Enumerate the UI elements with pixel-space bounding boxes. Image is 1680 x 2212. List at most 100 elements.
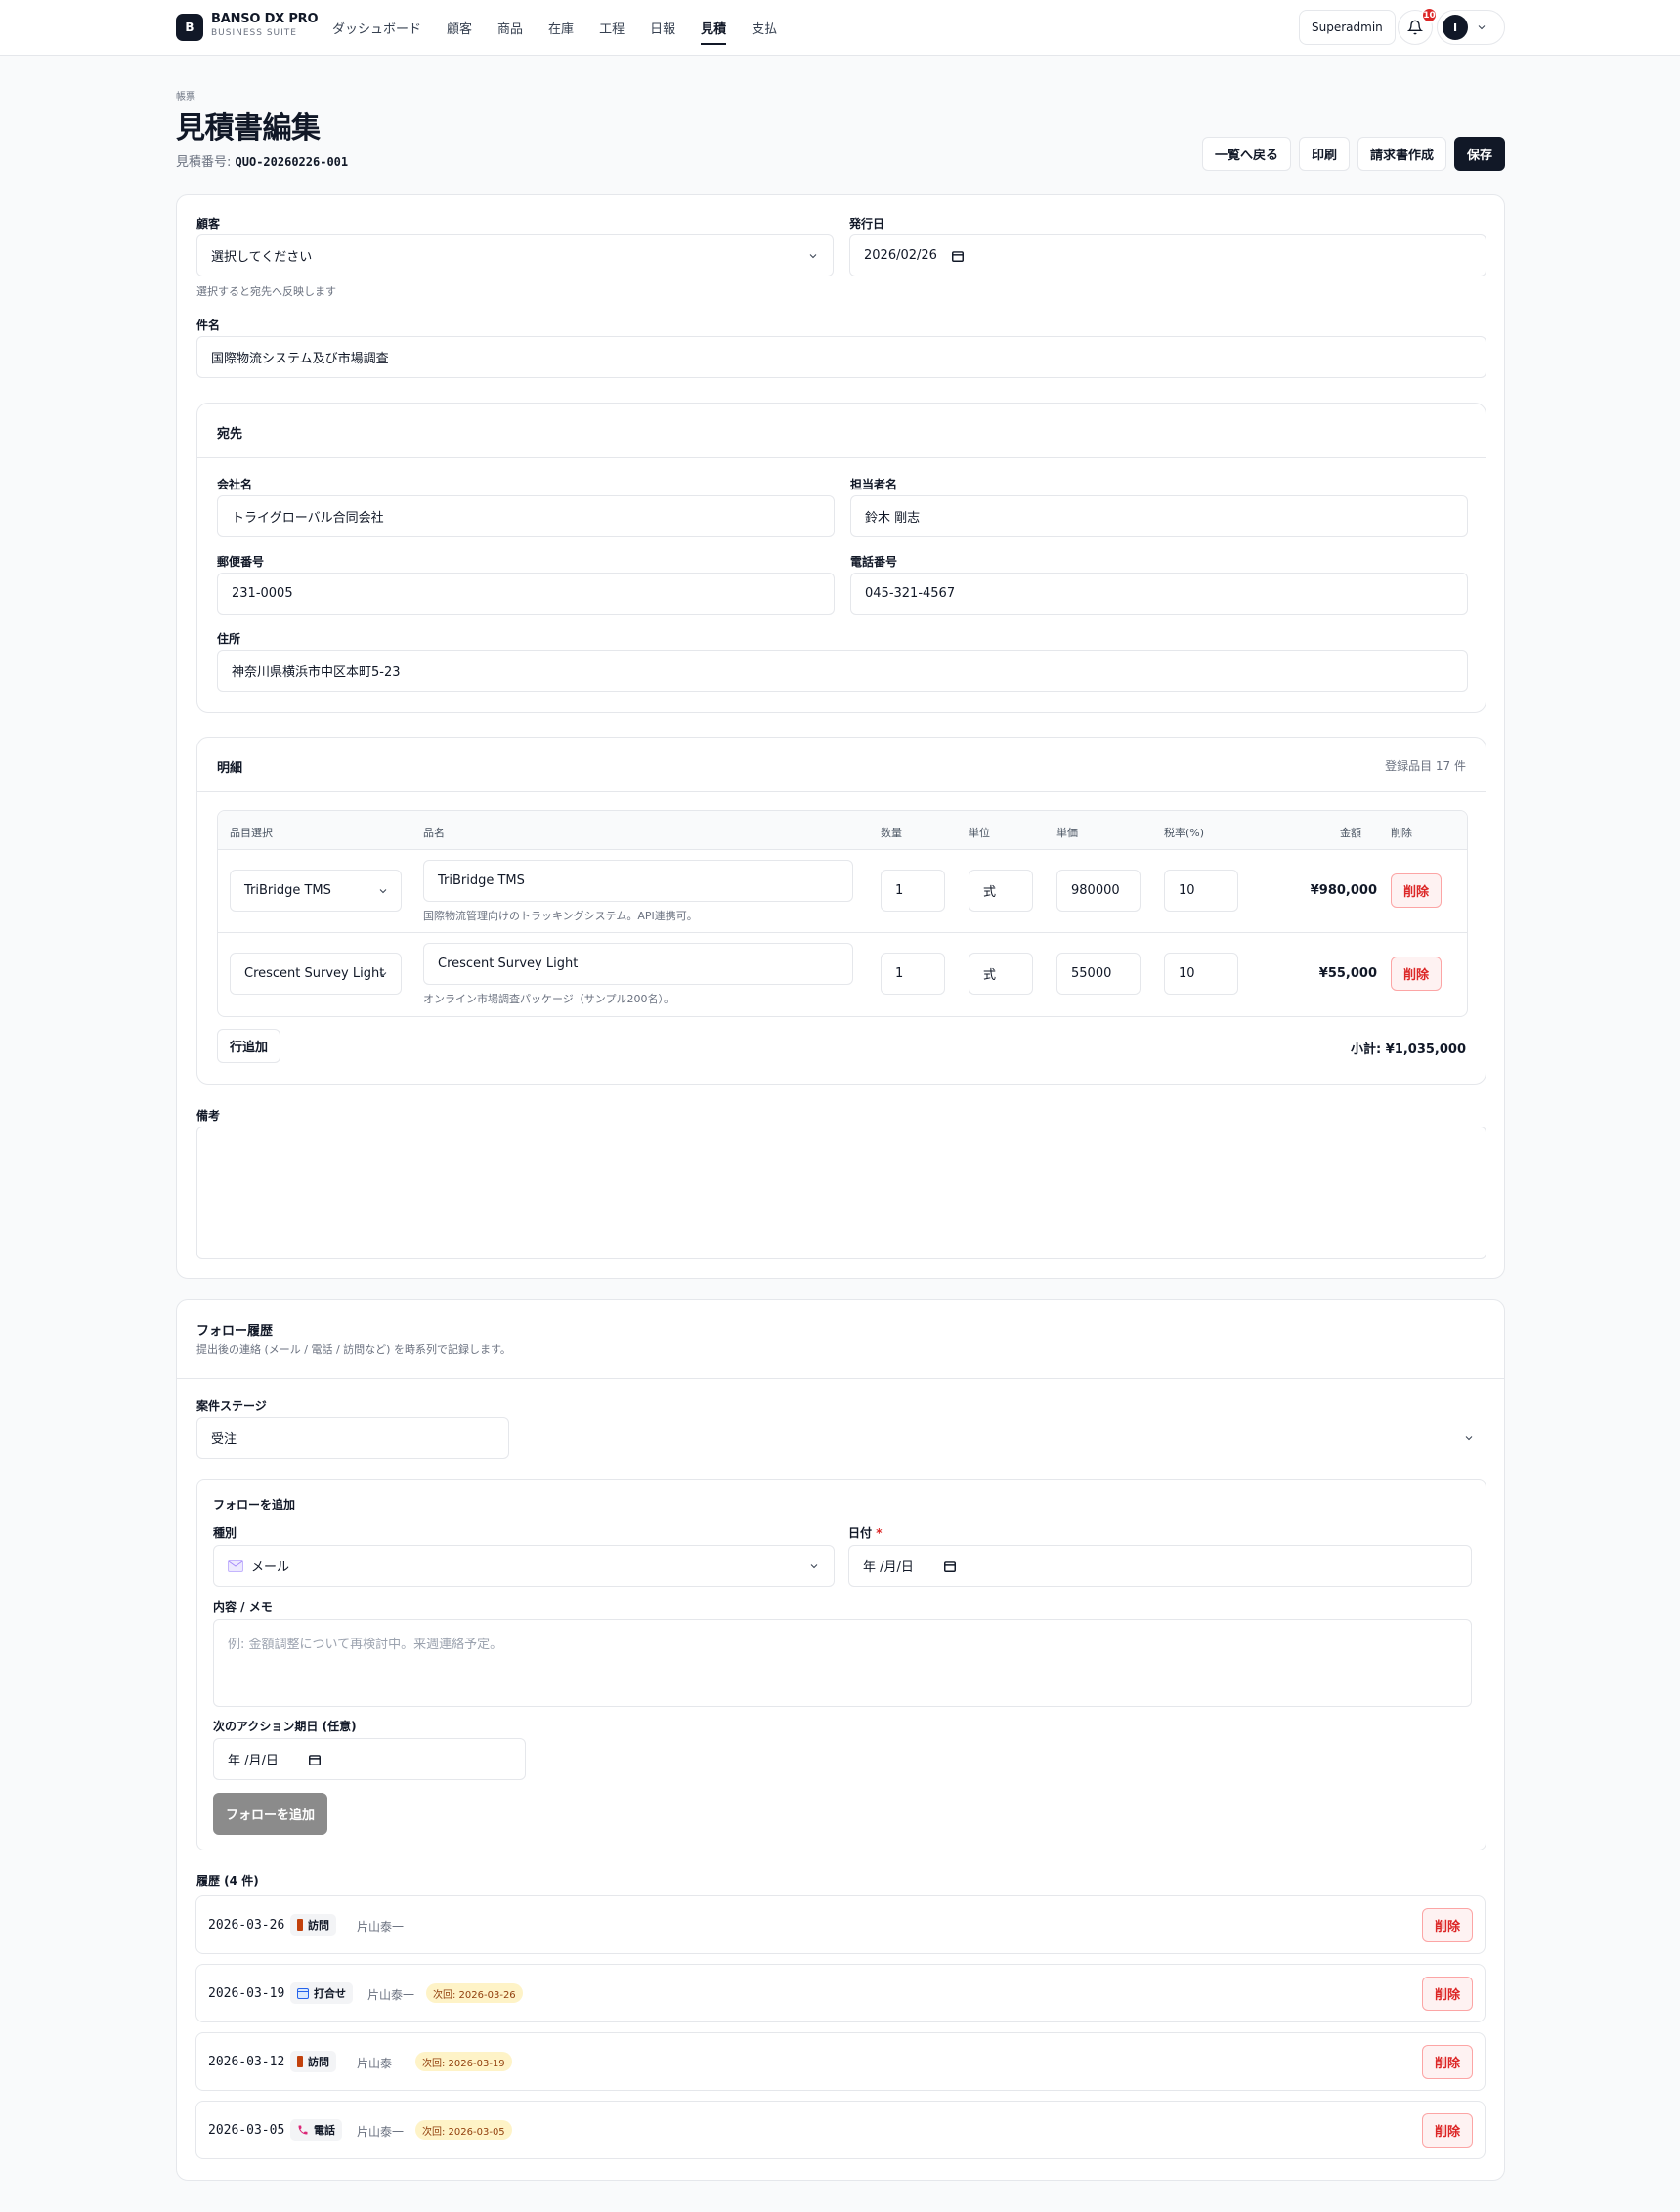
delete-history-button[interactable]: 削除 — [1421, 1908, 1473, 1942]
subject-label: 件名 — [196, 319, 221, 332]
item-name-input[interactable]: TriBridge TMS — [423, 860, 853, 902]
main-nav: ダッシュボード 顧客 商品 在庫 工程 日報 見積 支払 — [332, 0, 777, 55]
phone-input[interactable]: 045-321-4567 — [850, 573, 1468, 615]
item-unit-value: 式 — [983, 885, 997, 900]
nav-products[interactable]: 商品 — [497, 0, 523, 55]
role-button[interactable]: Superadmin — [1299, 10, 1396, 45]
history-date: 2026-03-26 — [208, 1918, 285, 1933]
calendar-icon[interactable] — [308, 1753, 322, 1766]
nav-inventory[interactable]: 在庫 — [548, 0, 574, 55]
item-description: 国際物流管理向けのトラッキングシステム。API連携可。 — [423, 910, 698, 922]
add-follow-up-button[interactable]: フォローを追加 — [213, 1793, 328, 1835]
phone-label: 電話番号 — [850, 555, 898, 569]
item-price-input[interactable]: 980000 — [1056, 870, 1141, 912]
item-select[interactable]: Crescent Survey Light — [230, 953, 402, 995]
subtotal: 小計: ¥1,035,000 — [1351, 1042, 1466, 1057]
delete-row-button[interactable]: 削除 — [1391, 957, 1443, 991]
item-name-input[interactable]: Crescent Survey Light — [423, 943, 853, 985]
brand[interactable]: BANSO DX PRO BUSINESS SUITE — [211, 13, 319, 39]
company-input[interactable]: トライグローバル合同会社 — [217, 495, 835, 537]
user-menu-button[interactable]: I — [1437, 10, 1505, 45]
nav-payments[interactable]: 支払 — [752, 0, 777, 55]
nav-process[interactable]: 工程 — [599, 0, 625, 55]
envelope-icon — [228, 1559, 243, 1572]
phone-icon — [298, 2125, 308, 2135]
add-row-button[interactable]: 行追加 — [217, 1029, 281, 1063]
stage-label: 案件ステージ — [196, 1399, 267, 1413]
memo-textarea[interactable]: 例: 金額調整について再検討中。来週連絡予定。 — [213, 1619, 1472, 1707]
item-tax-input[interactable]: 10 — [1164, 870, 1238, 912]
history-author: 片山泰一 — [357, 1920, 405, 1934]
zip-value: 231-0005 — [232, 586, 293, 601]
nav-dashboard[interactable]: ダッシュボード — [332, 0, 421, 55]
print-button[interactable]: 印刷 — [1298, 137, 1350, 171]
required-mark: * — [876, 1526, 883, 1540]
create-invoice-button[interactable]: 請求書作成 — [1357, 137, 1446, 171]
notes-textarea[interactable] — [196, 1127, 1486, 1259]
follow-date-input[interactable]: 年 /月/日 — [848, 1545, 1472, 1587]
item-unit-input[interactable]: 式 — [969, 953, 1033, 995]
subject-input[interactable]: 国際物流システム及び市場調査 — [196, 336, 1486, 378]
calendar-icon[interactable] — [951, 249, 965, 263]
page-title: 見積書編集 — [176, 111, 321, 146]
history-label: 履歴 (4 件) — [196, 1874, 259, 1888]
notifications-button[interactable]: 10 — [1398, 7, 1438, 45]
contact-label: 担当者名 — [850, 478, 898, 491]
item-price-value: 980000 — [1071, 883, 1120, 898]
page-actions: 一覧へ戻る 印刷 請求書作成 保存 — [1201, 137, 1505, 171]
item-amount: ¥55,000 — [1318, 966, 1377, 981]
door-icon — [297, 1919, 303, 1931]
calendar-icon[interactable] — [943, 1559, 957, 1573]
recipient-section: 宛先 会社名 トライグローバル合同会社 担当者名 鈴木 剛志 郵便番号 231-… — [196, 403, 1486, 713]
add-follow-up-title: フォローを追加 — [213, 1498, 296, 1511]
notes-label: 備考 — [196, 1109, 221, 1123]
history-item: 2026-03-12 訪問 片山泰一 次回: 2026-03-19 削除 — [195, 2032, 1486, 2091]
item-tax-input[interactable]: 10 — [1164, 953, 1238, 995]
next-action-date-input[interactable]: 年 /月/日 — [213, 1738, 526, 1780]
customer-select[interactable]: 選択してください — [196, 234, 834, 276]
item-qty-value: 1 — [895, 966, 904, 981]
history-author: 片山泰一 — [367, 1988, 415, 2002]
nav-quotes[interactable]: 見積 — [701, 0, 727, 55]
delete-history-button[interactable]: 削除 — [1421, 1977, 1473, 2011]
history-date: 2026-03-12 — [208, 2055, 285, 2069]
type-value: メール — [251, 1560, 290, 1575]
zip-input[interactable]: 231-0005 — [217, 573, 835, 615]
history-type: 訪問 — [308, 1919, 329, 1932]
history-date: 2026-03-19 — [208, 1986, 285, 2001]
chevron-down-icon[interactable] — [1463, 1432, 1475, 1444]
chevron-down-icon — [809, 254, 817, 259]
item-unit-input[interactable]: 式 — [969, 870, 1033, 912]
address-input[interactable]: 神奈川県横浜市中区本町5-23 — [217, 650, 1468, 692]
line-items-title: 明細 — [217, 761, 243, 776]
issue-date-input[interactable]: 2026/02/26 — [849, 234, 1486, 276]
history-author: 片山泰一 — [357, 2125, 405, 2139]
history-type: 電話 — [314, 2124, 335, 2137]
save-button[interactable]: 保存 — [1453, 137, 1505, 171]
item-price-value: 55000 — [1071, 966, 1112, 981]
item-select[interactable]: TriBridge TMS — [230, 870, 402, 912]
item-description: オンライン市場調査パッケージ（サンプル200名）。 — [423, 993, 674, 1005]
next-action-badge: 次回: 2026-03-05 — [415, 2120, 512, 2140]
quote-form-card: 顧客 選択してください 選択すると宛先へ反映します 発行日 2026/02/26… — [176, 194, 1505, 1279]
nav-daily-report[interactable]: 日報 — [650, 0, 675, 55]
item-price-input[interactable]: 55000 — [1056, 953, 1141, 995]
recipient-header: 宛先 — [197, 404, 1486, 458]
column-tax: 税率(%) — [1164, 827, 1205, 839]
back-to-list-button[interactable]: 一覧へ戻る — [1201, 137, 1291, 171]
history-type: 打合せ — [314, 1987, 346, 2000]
nav-customers[interactable]: 顧客 — [447, 0, 472, 55]
stage-select[interactable]: 受注 — [196, 1417, 509, 1459]
type-select[interactable]: メール — [213, 1545, 835, 1587]
brand-logo[interactable]: B — [176, 14, 203, 41]
item-qty-input[interactable]: 1 — [881, 870, 945, 912]
notification-count-badge: 10 — [1421, 7, 1438, 23]
delete-row-button[interactable]: 削除 — [1391, 873, 1443, 908]
line-items-section: 明細 登録品目 17 件 品目選択 品名 数量 単位 単価 税率(%) 金額 削… — [196, 737, 1486, 1085]
delete-history-button[interactable]: 削除 — [1421, 2045, 1473, 2079]
delete-history-button[interactable]: 削除 — [1421, 2113, 1473, 2148]
date-label-text: 日付 — [848, 1526, 873, 1540]
item-qty-input[interactable]: 1 — [881, 953, 945, 995]
registered-items-count: 登録品目 17 件 — [1385, 759, 1466, 773]
contact-input[interactable]: 鈴木 剛志 — [850, 495, 1468, 537]
